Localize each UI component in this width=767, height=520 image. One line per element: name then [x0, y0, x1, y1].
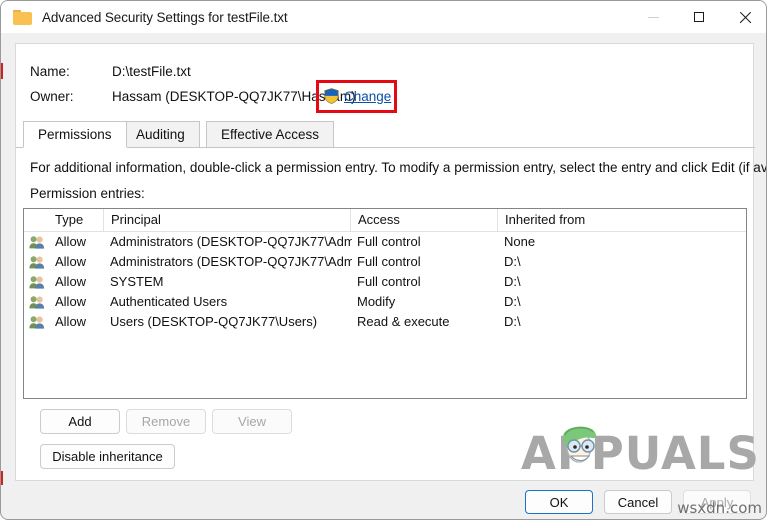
tab-effective-access-label: Effective Access [221, 127, 320, 142]
dialog-content-panel: Name: D:\testFile.txt Owner: Hassam (DES… [15, 43, 766, 481]
tab-auditing[interactable]: Auditing [121, 121, 200, 148]
users-group-icon [29, 292, 47, 312]
view-button: View [212, 409, 292, 434]
wsxdn-watermark: wsxdn.com [677, 499, 762, 517]
remove-button: Remove [126, 409, 206, 434]
tab-permissions[interactable]: Permissions [23, 121, 127, 148]
minimize-icon [647, 16, 659, 18]
cell-type: Allow [55, 254, 87, 269]
column-header-principal[interactable]: Principal [103, 209, 350, 231]
disable-inheritance-button-label: Disable inheritance [52, 449, 163, 464]
cell-principal: SYSTEM [110, 274, 164, 289]
users-group-icon [29, 312, 47, 332]
cell-inherited-from: None [504, 234, 536, 249]
name-row: Name: D:\testFile.txt [16, 64, 753, 84]
cancel-button[interactable]: Cancel [604, 490, 672, 514]
change-owner-button[interactable]: Change [324, 88, 391, 104]
close-icon [739, 11, 752, 24]
cell-type: Allow [55, 274, 87, 289]
maximize-button[interactable] [676, 1, 722, 33]
remove-button-label: Remove [141, 414, 191, 429]
cell-type: Allow [55, 314, 87, 329]
cell-principal: Administrators (DESKTOP-QQ7JK77\Admini..… [110, 254, 352, 269]
column-header-inherited-from[interactable]: Inherited from [497, 209, 737, 231]
table-row[interactable]: Allow Administrators (DESKTOP-QQ7JK77\Ad… [24, 232, 746, 252]
name-label: Name: [30, 64, 70, 79]
folder-icon [13, 9, 32, 25]
cell-principal: Authenticated Users [110, 294, 228, 309]
ok-button[interactable]: OK [525, 490, 593, 514]
cell-access: Full control [357, 254, 421, 269]
owner-value: Hassam (DESKTOP-QQ7JK77\Hassam) [112, 89, 356, 104]
ok-button-label: OK [549, 494, 569, 510]
cell-access: Full control [357, 274, 421, 289]
cell-principal: Users (DESKTOP-QQ7JK77\Users) [110, 314, 318, 329]
info-text: For additional information, double-click… [30, 160, 767, 175]
permission-entries-label: Permission entries: [30, 186, 145, 201]
tab-effective-access[interactable]: Effective Access [206, 121, 335, 148]
edge-artifact [1, 63, 3, 79]
table-row[interactable]: Allow Users (DESKTOP-QQ7JK77\Users) Read… [24, 312, 746, 332]
users-group-icon [29, 272, 47, 292]
maximize-icon [694, 12, 704, 22]
window-title: Advanced Security Settings for testFile.… [42, 9, 288, 25]
table-header-row: Type Principal Access Inherited from [24, 209, 746, 232]
cell-principal: Administrators (DESKTOP-QQ7JK77\Admini..… [110, 234, 352, 249]
name-value: D:\testFile.txt [112, 64, 191, 79]
table-row[interactable]: Allow Administrators (DESKTOP-QQ7JK77\Ad… [24, 252, 746, 272]
advanced-security-settings-dialog: Advanced Security Settings for testFile.… [0, 0, 767, 520]
cell-access: Full control [357, 234, 421, 249]
users-group-icon [29, 232, 47, 252]
cell-inherited-from: D:\ [504, 254, 521, 269]
view-button-label: View [238, 414, 266, 429]
column-header-type[interactable]: Type [48, 209, 103, 231]
users-group-icon [29, 252, 47, 272]
tab-strip: Permissions Auditing Effective Access [16, 120, 755, 148]
owner-label: Owner: [30, 89, 74, 104]
cell-inherited-from: D:\ [504, 274, 521, 289]
change-link-label[interactable]: Change [344, 89, 391, 104]
table-row[interactable]: Allow SYSTEM Full control D:\ [24, 272, 746, 292]
minimize-button[interactable] [630, 1, 676, 33]
table-row[interactable]: Allow Authenticated Users Modify D:\ [24, 292, 746, 312]
cancel-button-label: Cancel [617, 494, 659, 510]
disable-inheritance-button[interactable]: Disable inheritance [40, 444, 175, 469]
cell-type: Allow [55, 234, 87, 249]
cell-inherited-from: D:\ [504, 314, 521, 329]
tab-permissions-label: Permissions [38, 127, 112, 142]
cell-type: Allow [55, 294, 87, 309]
uac-shield-icon [324, 88, 339, 104]
cell-access: Read & execute [357, 314, 450, 329]
cell-access: Modify [357, 294, 396, 309]
edge-artifact [1, 471, 3, 485]
column-header-access[interactable]: Access [350, 209, 497, 231]
title-bar: Advanced Security Settings for testFile.… [1, 1, 766, 33]
add-button-label: Add [68, 414, 92, 429]
cell-inherited-from: D:\ [504, 294, 521, 309]
close-button[interactable] [722, 1, 766, 33]
permission-entries-list[interactable]: Type Principal Access Inherited from All… [23, 208, 747, 399]
add-button[interactable]: Add [40, 409, 120, 434]
tab-auditing-label: Auditing [136, 127, 185, 142]
